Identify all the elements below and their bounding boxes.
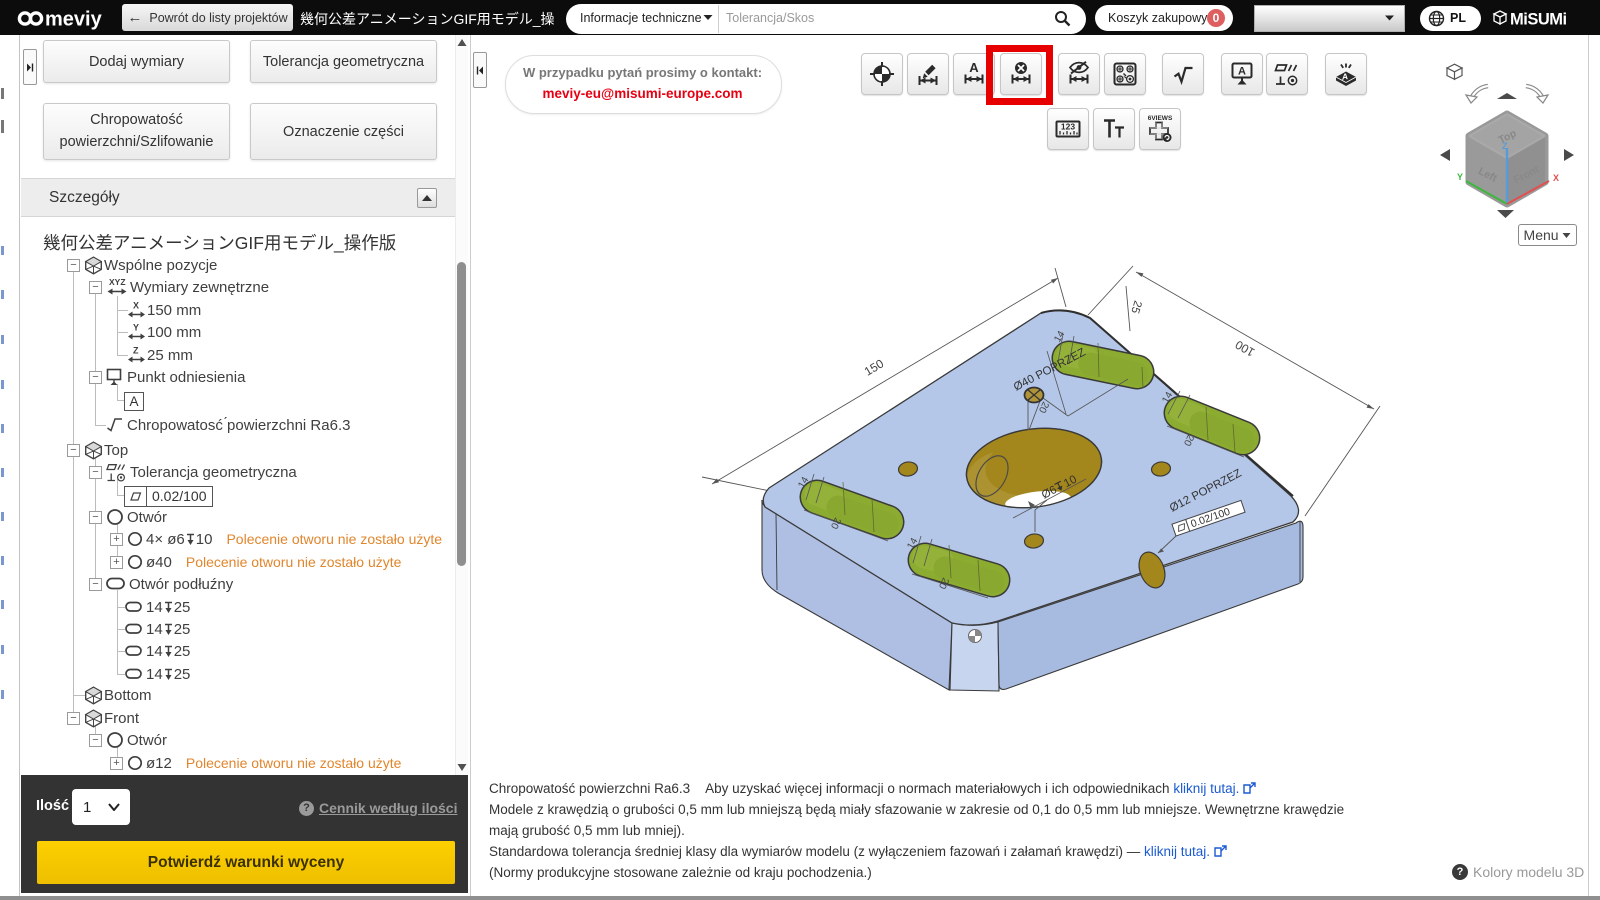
svg-text:A: A [1238, 66, 1246, 78]
svg-text:X: X [133, 301, 139, 311]
svg-text:A: A [969, 61, 979, 75]
svg-text:25: 25 [1128, 299, 1143, 315]
svg-text:123: 123 [1061, 122, 1075, 132]
svg-text:Z: Z [133, 346, 139, 356]
svg-text:Y: Y [1457, 172, 1463, 182]
svg-text:150: 150 [862, 356, 887, 378]
svg-text:6VIEWS: 6VIEWS [1148, 115, 1173, 122]
svg-text:XYZ: XYZ [109, 277, 126, 287]
svg-text:meviy: meviy [45, 9, 103, 31]
svg-text:Z: Z [1502, 141, 1508, 151]
svg-text:X: X [1553, 173, 1559, 183]
svg-text:MiSUMi: MiSUMi [1510, 11, 1567, 29]
svg-text:A: A [1340, 71, 1348, 82]
svg-text:100: 100 [1233, 337, 1258, 359]
svg-text:Y: Y [133, 323, 139, 333]
